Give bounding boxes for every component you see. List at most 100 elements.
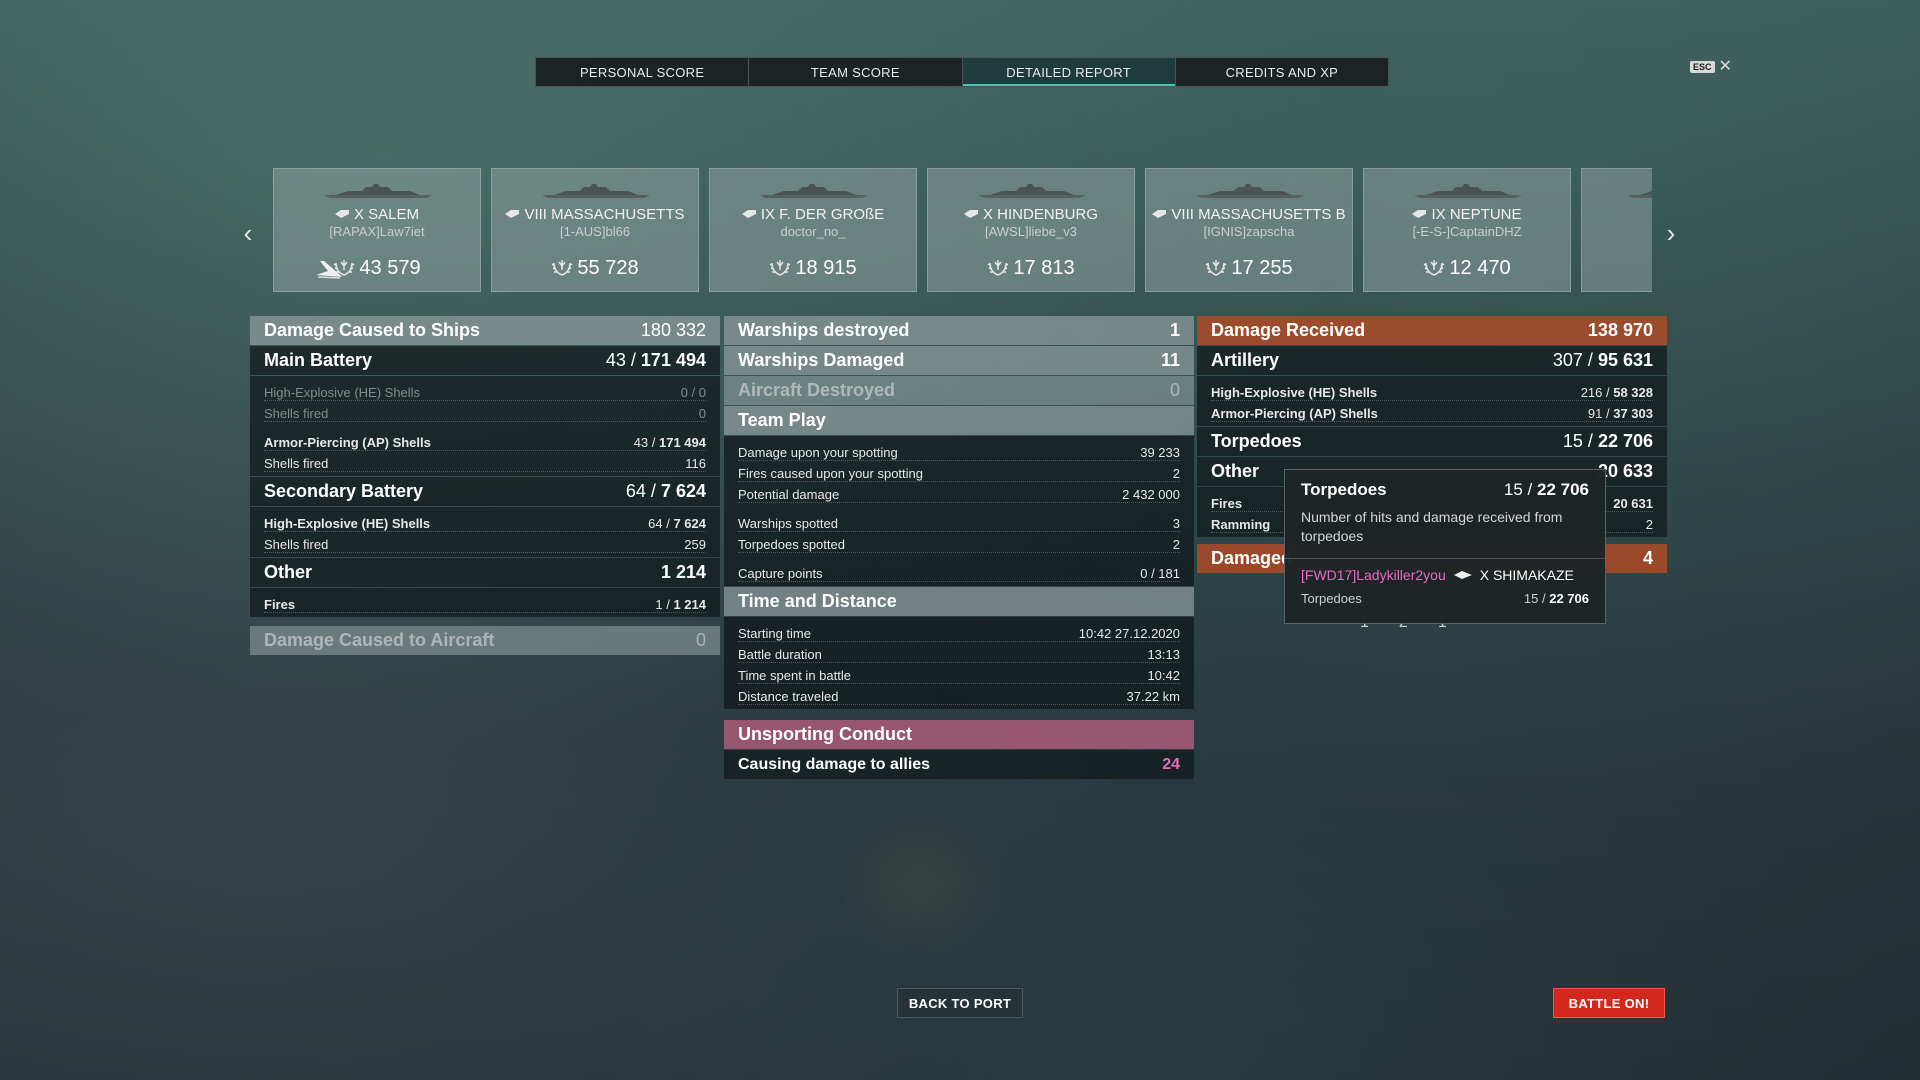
tab-detailed-report[interactable]: DETAILED REPORT	[962, 58, 1176, 86]
stat-row: Capture points 0 / 181	[738, 561, 1180, 582]
unsporting-conduct-header: Unsporting Conduct	[724, 720, 1194, 749]
ship-score: 17 255	[1146, 257, 1352, 280]
torpedoes-received-header[interactable]: Torpedoes 15 / 22 706	[1197, 427, 1667, 456]
main-battery-label: Main Battery	[264, 350, 373, 370]
time-distance-details: Starting time 10:42 27.12.2020 Battle dura…	[724, 617, 1194, 709]
tab-team-score[interactable]: TEAM SCORE	[749, 58, 963, 86]
sb-he-row: High-Explosive (HE) Shells 64 / 7 624	[264, 511, 706, 532]
carousel-next-arrow[interactable]: ›	[1661, 218, 1681, 249]
ship-score: 55 728	[492, 257, 698, 280]
esc-key-icon: ESC	[1690, 61, 1715, 73]
other-damage-label: Other	[264, 562, 313, 582]
attacker-name: [FWD17]Ladykiller2you	[1301, 567, 1446, 583]
ship-name: X HINDENBURG	[928, 205, 1134, 223]
ship-silhouette-icon	[1412, 183, 1524, 199]
other-damage-header: Other 1 214	[250, 558, 720, 587]
damage-caused-panel: Damage Caused to Ships 180 332 Main Batt…	[250, 316, 720, 656]
main-battery-header: Main Battery 43 / 171 494	[250, 346, 720, 375]
ship-name: IX F. DER GROßE	[710, 205, 916, 223]
damage-caused-value: 180 332	[640, 320, 706, 340]
stat-row: Fires caused upon your spotting 2	[738, 461, 1180, 482]
aircraft-damage-header: Damage Caused to Aircraft 0	[250, 626, 720, 655]
ship-card-partial[interactable]	[1581, 168, 1652, 292]
ship-name: X SALEM	[274, 205, 480, 223]
damage-caused-label: Damage Caused to Ships	[264, 320, 481, 340]
ship-name: VIII MASSACHUSETTS B	[1146, 205, 1352, 223]
ship-class-icon	[334, 205, 349, 218]
other-damage-details: Fires 1 / 1 214	[250, 588, 720, 617]
ship-card[interactable]: X SALEM [RAPAX]Law7iet 43 579	[273, 168, 481, 292]
laurel-icon	[333, 257, 355, 277]
ship-class-icon	[1412, 205, 1427, 218]
ship-name: VIII MASSACHUSETTS	[492, 205, 698, 223]
tooltip-description: Number of hits and damage received from …	[1301, 509, 1563, 544]
mb-ap-fired-row: Shells fired 116	[264, 451, 706, 472]
ship-silhouette-icon	[322, 183, 434, 199]
ship-card[interactable]: VIII MASSACHUSETTS B [IGNIS]zapscha 17 255	[1145, 168, 1353, 292]
ship-card[interactable]: IX NEPTUNE [-E-S-]CaptainDHZ 12 470	[1363, 168, 1571, 292]
sb-he-fired-row: Shells fired 259	[264, 532, 706, 553]
fires-row: Fires 1 / 1 214	[264, 592, 706, 613]
ship-silhouette-icon	[1626, 183, 1652, 199]
ship-card[interactable]: IX F. DER GROßE doctor_no_ 18 915	[709, 168, 917, 292]
laurel-icon	[769, 257, 791, 277]
mb-he-row: High-Explosive (HE) Shells 0 / 0	[264, 380, 706, 401]
aircraft-damage-value: 0	[695, 630, 706, 650]
ship-silhouette-icon	[1194, 183, 1306, 199]
aircraft-destroyed-header: Aircraft Destroyed 0	[724, 376, 1194, 405]
close-icon: ✕	[1718, 58, 1732, 75]
ship-score: 43 579	[274, 257, 480, 280]
destroyer-class-icon	[1453, 571, 1472, 579]
stat-row: Torpedoes spotted 2	[738, 532, 1180, 553]
other-damage-value: 1 214	[660, 562, 706, 582]
ship-score: 18 915	[710, 257, 916, 280]
main-battery-details: High-Explosive (HE) Shells 0 / 0 Shells f…	[250, 376, 720, 476]
ship-class-icon	[505, 205, 520, 218]
carousel-prev-arrow[interactable]: ‹	[238, 218, 258, 249]
laurel-icon	[1423, 257, 1445, 277]
ship-name: IX NEPTUNE	[1364, 205, 1570, 223]
ship-card[interactable]: VIII MASSACHUSETTS [1-AUS]bl66 55 728	[491, 168, 699, 292]
laurel-icon	[987, 257, 1009, 277]
close-button[interactable]: ESC ✕	[1690, 58, 1732, 75]
secondary-battery-label: Secondary Battery	[264, 481, 424, 501]
ship-player: [IGNIS]zapscha	[1203, 224, 1295, 239]
stat-row: Battle duration 13:13	[738, 642, 1180, 663]
warships-damaged-header: Warships Damaged 11	[724, 346, 1194, 375]
tooltip-type-row: Torpedoes 15 / 22 706	[1301, 591, 1589, 606]
damage-caused-header: Damage Caused to Ships 180 332	[250, 316, 720, 345]
ship-score: 17 813	[928, 257, 1134, 280]
secondary-battery-details: High-Explosive (HE) Shells 64 / 7 624 She…	[250, 507, 720, 557]
secondary-battery-header: Secondary Battery 64 / 7 624	[250, 477, 720, 506]
artillery-details: High-Explosive (HE) Shells 216 / 58 328 A…	[1197, 376, 1667, 426]
ship-player: [RAPAX]Law7iet	[329, 224, 425, 239]
ship-player: [1-AUS]bl66	[559, 224, 631, 239]
ship-silhouette-icon	[758, 183, 870, 199]
ship-score: 12 470	[1364, 257, 1570, 280]
tab-personal-score[interactable]: PERSONAL SCORE	[536, 58, 750, 86]
tab-credits-and-xp[interactable]: CREDITS AND XP	[1176, 58, 1388, 86]
art-he-row: High-Explosive (HE) Shells 216 / 58 328	[1211, 380, 1653, 401]
stat-row: Warships spotted 3	[738, 511, 1180, 532]
art-ap-row: Armor-Piercing (AP) Shells 91 / 37 303	[1211, 401, 1653, 422]
stat-row: Distance traveled 37.22 km	[738, 684, 1180, 705]
ship-card[interactable]: X HINDENBURG [AWSL]liebe_v3 17 813	[927, 168, 1135, 292]
artillery-header[interactable]: Artillery 307 / 95 631	[1197, 346, 1667, 375]
time-distance-header: Time and Distance	[724, 587, 1194, 616]
team-play-header: Team Play	[724, 406, 1194, 435]
battle-on-button[interactable]: BATTLE ON!	[1553, 988, 1665, 1018]
allies-damage-row: Causing damage to allies 24	[724, 750, 1194, 779]
ship-player: [AWSL]liebe_v3	[984, 224, 1077, 239]
mb-he-fired-row: Shells fired 0	[264, 401, 706, 422]
ship-class-icon	[741, 205, 756, 218]
ship-class-icon	[963, 205, 978, 218]
back-to-port-button[interactable]: BACK TO PORT	[897, 988, 1023, 1018]
damage-received-header: Damage Received 138 970	[1197, 316, 1667, 345]
secondary-battery-value: 64 / 7 624	[625, 481, 706, 501]
main-battery-value: 43 / 171 494	[605, 350, 706, 370]
combat-stats-panel: Warships destroyed 1 Warships Damaged 11 A…	[724, 316, 1194, 780]
laurel-icon	[551, 257, 573, 277]
team-play-details: Damage upon your spotting 39 233 Fires cau…	[724, 436, 1194, 586]
ship-carousel: X SALEM [RAPAX]Law7iet 43 579 VIII MASSACHU…	[273, 168, 1652, 292]
torpedoes-tooltip: Torpedoes 15 / 22 706 Number of hits and …	[1284, 469, 1606, 624]
